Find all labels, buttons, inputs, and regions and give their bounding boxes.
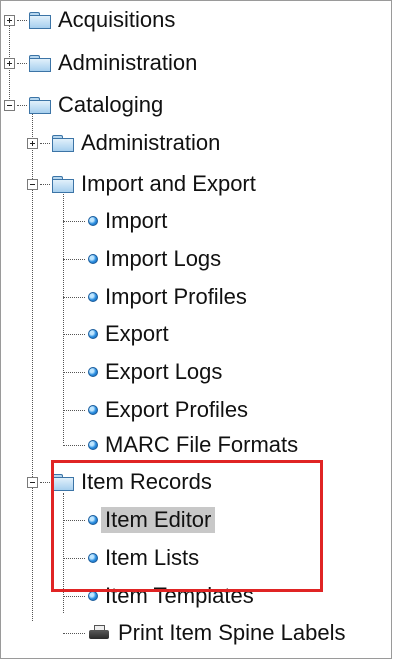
tree-connector: [63, 409, 85, 411]
tree-node-label: Item Editor: [101, 507, 216, 533]
tree-connector: [63, 444, 85, 446]
leaf-node-icon: [88, 329, 98, 339]
leaf-node-icon: [88, 254, 98, 264]
leaf-node-icon: [88, 515, 98, 525]
tree-connector: [17, 62, 27, 64]
collapse-icon[interactable]: [27, 178, 38, 190]
tree-leaf-import-profiles[interactable]: Import Profiles: [63, 282, 251, 312]
expand-icon[interactable]: [4, 14, 15, 26]
tree-node-label: Import and Export: [81, 171, 256, 196]
tree-connector: [40, 183, 50, 185]
expand-icon[interactable]: [4, 57, 15, 69]
folder-icon: [52, 474, 74, 491]
tree-leaf-item-lists[interactable]: Item Lists: [63, 543, 203, 573]
tree-connector: [40, 142, 50, 144]
tree-connector: [17, 104, 27, 106]
tree-connector: [63, 333, 85, 335]
tree-connector: [40, 481, 50, 483]
tree-node-label: Import Logs: [105, 246, 222, 271]
tree-connector: [63, 632, 85, 634]
tree-leaf-marc-file-formats[interactable]: MARC File Formats: [63, 430, 302, 460]
tree-connector: [63, 595, 85, 597]
folder-icon: [29, 12, 51, 29]
folder-icon: [29, 97, 51, 114]
collapse-icon[interactable]: [4, 99, 15, 111]
tree-leaf-export[interactable]: Export: [63, 319, 173, 349]
tree-node-cataloging[interactable]: Cataloging: [4, 90, 167, 120]
tree-node-label: Export Logs: [105, 359, 223, 384]
collapse-icon[interactable]: [27, 476, 38, 488]
leaf-node-icon: [88, 405, 98, 415]
leaf-node-icon: [88, 591, 98, 601]
tree-leaf-item-editor[interactable]: Item Editor: [63, 505, 216, 535]
tree-connector: [63, 371, 85, 373]
leaf-node-icon: [88, 292, 98, 302]
tree-node-cataloging-administration[interactable]: Administration: [27, 128, 224, 158]
navigation-tree: Acquisitions Administration Cataloging A…: [0, 0, 392, 659]
tree-node-label: Administration: [81, 130, 221, 155]
folder-icon: [29, 55, 51, 72]
tree-leaf-print-spine-labels[interactable]: Print Item Spine Labels: [63, 618, 349, 648]
tree-node-acquisitions[interactable]: Acquisitions: [4, 5, 179, 35]
tree-node-label: Export: [105, 321, 169, 346]
tree-node-label: Export Profiles: [105, 397, 249, 422]
tree-connector: [63, 557, 85, 559]
tree-connector: [63, 296, 85, 298]
tree-node-label: Item Templates: [105, 583, 254, 608]
tree-node-label: Item Lists: [105, 545, 200, 570]
tree-node-administration[interactable]: Administration: [4, 48, 201, 78]
leaf-node-icon: [88, 216, 98, 226]
folder-icon: [52, 135, 74, 152]
tree-node-item-records[interactable]: Item Records: [27, 467, 216, 497]
leaf-node-icon: [88, 553, 98, 563]
tree-node-label: Administration: [58, 50, 198, 75]
printer-icon: [87, 625, 111, 641]
tree-node-label: Cataloging: [58, 92, 164, 117]
tree-node-label: Item Records: [81, 469, 212, 494]
tree-node-label: Import Profiles: [105, 284, 247, 309]
tree-leaf-import-logs[interactable]: Import Logs: [63, 244, 225, 274]
tree-leaf-import[interactable]: Import: [63, 206, 171, 236]
tree-node-import-export[interactable]: Import and Export: [27, 169, 260, 199]
tree-node-label: Print Item Spine Labels: [118, 620, 346, 645]
folder-icon: [52, 176, 74, 193]
tree-node-label: Acquisitions: [58, 7, 176, 32]
tree-connector: [63, 519, 85, 521]
tree-leaf-export-logs[interactable]: Export Logs: [63, 357, 226, 387]
leaf-node-icon: [88, 367, 98, 377]
tree-node-label: Import: [105, 208, 168, 233]
tree-connector: [63, 258, 85, 260]
tree-connector: [17, 19, 27, 21]
tree-leaf-export-profiles[interactable]: Export Profiles: [63, 395, 252, 425]
expand-icon[interactable]: [27, 137, 38, 149]
leaf-node-icon: [88, 440, 98, 450]
tree-leaf-item-templates[interactable]: Item Templates: [63, 581, 258, 611]
tree-node-label: MARC File Formats: [105, 432, 299, 457]
tree-connector: [63, 220, 85, 222]
